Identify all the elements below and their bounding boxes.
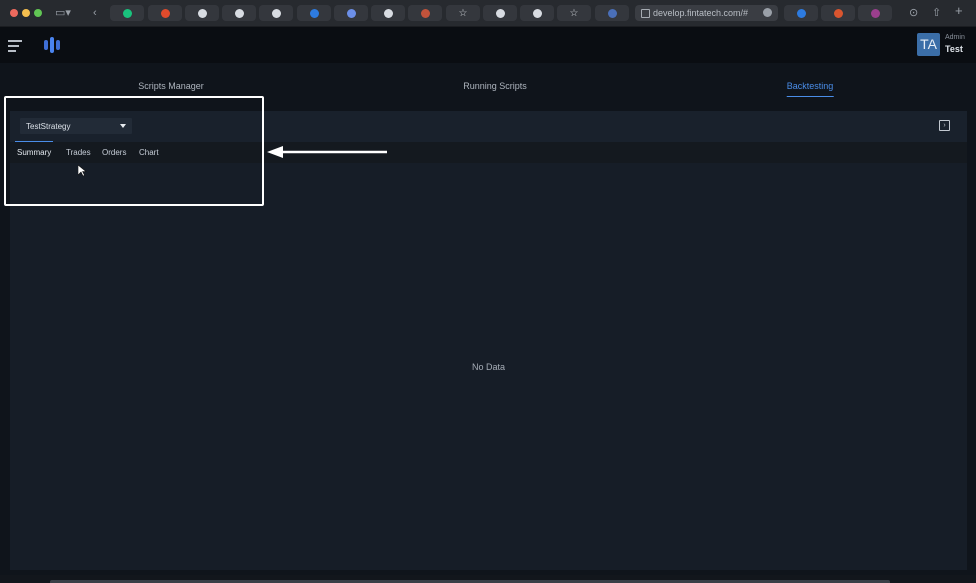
url-text: develop.fintatech.com/#	[653, 8, 749, 18]
mouse-cursor-icon	[78, 165, 87, 177]
google-icon	[271, 8, 281, 18]
zoom-window-button[interactable]	[34, 9, 42, 17]
user-name[interactable]: Test	[945, 44, 963, 54]
tab-scripts-manager[interactable]: Scripts Manager	[138, 81, 204, 91]
download-icon[interactable]: ⊙	[909, 6, 918, 20]
bottom-bar	[0, 575, 976, 583]
app-icon	[607, 8, 617, 18]
logo-icon[interactable]	[43, 36, 61, 54]
browser-tab[interactable]	[520, 5, 554, 21]
browser-tab[interactable]: ☆	[557, 5, 591, 21]
browser-tab[interactable]	[858, 5, 892, 21]
share-icon[interactable]: ⇧	[932, 6, 941, 20]
browser-tab[interactable]	[259, 5, 293, 21]
sidebar-icon[interactable]: ▭▾	[55, 6, 71, 20]
app-icon	[160, 8, 170, 18]
highlight-box	[4, 96, 264, 206]
empty-state-text: No Data	[471, 362, 506, 372]
app-icon	[420, 8, 430, 18]
back-icon[interactable]: ‹	[93, 6, 97, 20]
browser-tab[interactable]	[110, 5, 144, 21]
tab-running-scripts[interactable]: Running Scripts	[463, 81, 527, 91]
arrow-icon	[267, 146, 387, 158]
browser-tab[interactable]	[371, 5, 405, 21]
user-role: Admin	[945, 34, 965, 41]
browser-tab[interactable]	[408, 5, 442, 21]
star-icon: ☆	[458, 7, 468, 19]
page-icon	[641, 9, 650, 18]
address-bar[interactable]: develop.fintatech.com/#	[635, 5, 778, 21]
shield-icon	[234, 8, 244, 18]
app-icon	[309, 8, 319, 18]
browser-tab[interactable]	[297, 5, 331, 21]
app-icon	[833, 8, 843, 18]
expand-panel-icon[interactable]: ›	[939, 120, 950, 131]
new-tab-icon[interactable]: +	[955, 4, 963, 18]
app-icon	[346, 8, 356, 18]
apple-icon	[495, 8, 505, 18]
star-icon: ☆	[569, 7, 579, 19]
browser-tab[interactable]	[821, 5, 855, 21]
browser-tab[interactable]	[784, 5, 818, 21]
app-icon	[796, 8, 806, 18]
app-header: TA Admin Test	[0, 27, 976, 63]
chatgpt-icon	[122, 8, 132, 18]
browser-tab[interactable]	[334, 5, 368, 21]
browser-tab[interactable]	[483, 5, 517, 21]
shield-icon	[383, 8, 393, 18]
shield-icon	[197, 8, 207, 18]
avatar[interactable]: TA	[917, 33, 940, 56]
browser-tab[interactable]	[148, 5, 182, 21]
browser-toolbar: ▭▾ ‹ ☆ ☆ develop.fintatech.com/# ⊙ ⇧ +	[0, 0, 976, 27]
apple-icon	[532, 8, 542, 18]
reader-icon[interactable]	[763, 8, 772, 17]
menu-icon[interactable]	[8, 40, 22, 52]
browser-tab[interactable]	[222, 5, 256, 21]
browser-tab[interactable]	[595, 5, 629, 21]
browser-tab[interactable]	[185, 5, 219, 21]
close-window-button[interactable]	[10, 9, 18, 17]
minimize-window-button[interactable]	[22, 9, 30, 17]
tab-backtesting[interactable]: Backtesting	[786, 81, 833, 97]
app-icon	[870, 8, 880, 18]
browser-tab[interactable]: ☆	[446, 5, 480, 21]
